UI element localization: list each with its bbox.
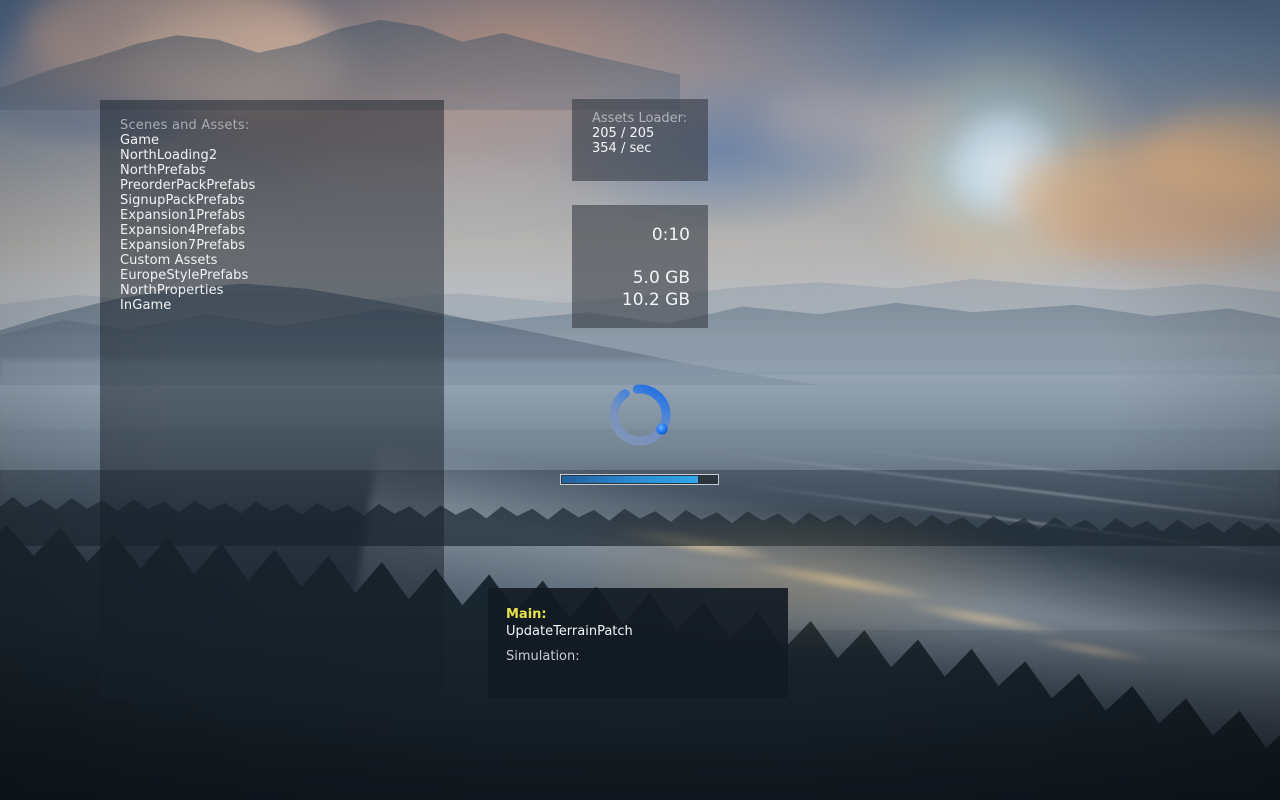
scenes-and-assets-panel: Scenes and Assets: Game NorthLoading2 No…	[100, 100, 444, 698]
list-item: NorthProperties	[120, 283, 224, 298]
assets-loader-rate: 354 / sec	[592, 141, 652, 156]
status-main-key: Main:	[506, 607, 547, 622]
list-item: PreorderPackPrefabs	[120, 178, 256, 193]
cloud	[900, 215, 1100, 260]
list-item: EuropeStylePrefabs	[120, 268, 249, 283]
elapsed-time: 0:10	[651, 225, 690, 245]
list-item: Custom Assets	[120, 253, 218, 268]
list-item: Expansion1Prefabs	[120, 208, 246, 223]
status-panel: Main: UpdateTerrainPatch Simulation:	[488, 588, 788, 698]
status-simulation-key: Simulation:	[506, 649, 580, 664]
loading-progress-fill	[562, 476, 699, 483]
assets-loader-header: Assets Loader:	[592, 111, 688, 126]
list-item: NorthPrefabs	[120, 163, 206, 178]
list-item: InGame	[120, 298, 172, 313]
scenes-panel-header: Scenes and Assets:	[120, 118, 250, 133]
cloud	[760, 90, 960, 150]
loading-spinner-icon	[605, 380, 675, 450]
game-loading-screen: Scenes and Assets: Game NorthLoading2 No…	[0, 0, 1280, 800]
stats-panel: 0:10 5.0 GB 10.2 GB	[572, 205, 708, 328]
loading-progress-bar	[560, 474, 719, 485]
list-item: Expansion7Prefabs	[120, 238, 246, 253]
list-item: Expansion4Prefabs	[120, 223, 246, 238]
assets-loader-panel: Assets Loader: 205 / 205 354 / sec	[572, 99, 708, 181]
memory-total: 10.2 GB	[621, 290, 690, 310]
status-main-value: UpdateTerrainPatch	[506, 624, 633, 639]
memory-used: 5.0 GB	[632, 268, 690, 288]
scenes-asset-list: Game NorthLoading2 NorthPrefabs Preorder…	[120, 133, 444, 313]
list-item: NorthLoading2	[120, 148, 218, 163]
assets-loader-count: 205 / 205	[592, 126, 655, 141]
memory-block: 5.0 GB 10.2 GB	[572, 267, 690, 311]
list-item: Game	[120, 133, 160, 148]
list-item: SignupPackPrefabs	[120, 193, 245, 208]
